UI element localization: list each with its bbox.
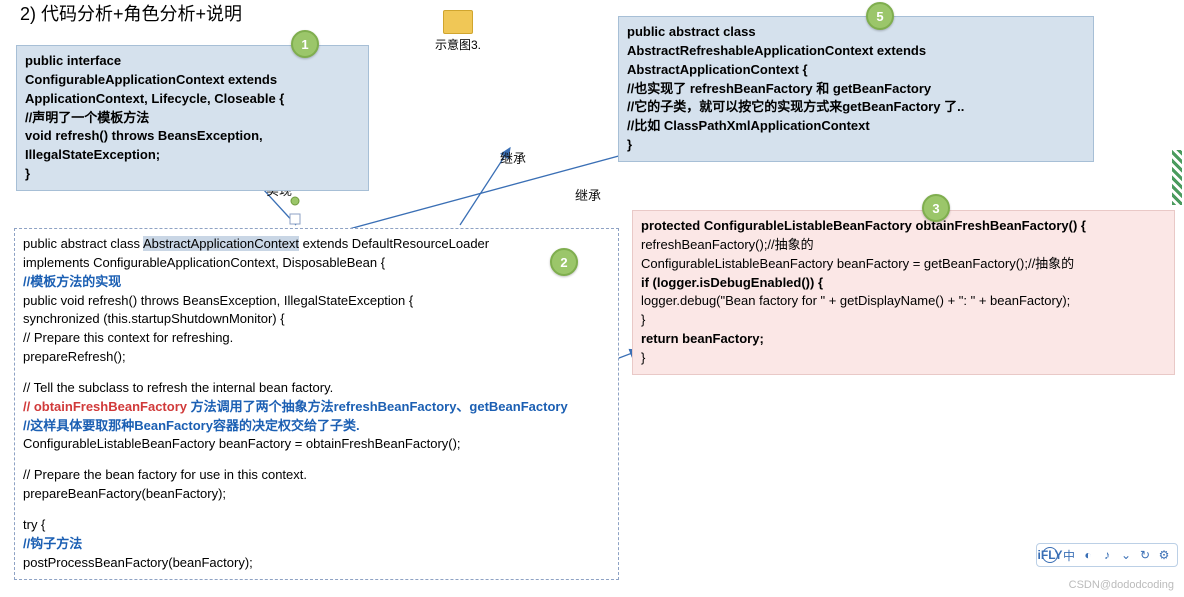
badge-3: 3 — [922, 194, 950, 222]
code-line: //钩子方法 — [23, 535, 610, 554]
code-line: //声明了一个模板方法 — [25, 109, 360, 128]
code-line: protected ConfigurableListableBeanFactor… — [641, 217, 1166, 236]
code-line: try { — [23, 516, 610, 535]
badge-1: 1 — [291, 30, 319, 58]
code-line: refreshBeanFactory();//抽象的 — [641, 236, 1166, 255]
code-line: ConfigurableListableBeanFactory beanFact… — [23, 435, 610, 454]
label-inherit-1: 继承 — [500, 148, 526, 167]
code-line: //它的子类，就可以按它的实现方式来getBeanFactory 了.. — [627, 98, 1085, 117]
ime-down-icon[interactable]: ⌄ — [1118, 547, 1134, 563]
code-line: ConfigurableListableBeanFactory beanFact… — [641, 255, 1166, 274]
code-line: ConfigurableApplicationContext extends — [25, 71, 360, 90]
ime-sound-icon[interactable]: ♪ — [1099, 547, 1115, 563]
watermark: CSDN@dododcoding — [1069, 579, 1174, 591]
code-line: // Prepare this context for refreshing. — [23, 329, 610, 348]
code-line: // Prepare the bean factory for use in t… — [23, 466, 610, 485]
code-line: } — [641, 311, 1166, 330]
badge-2: 2 — [550, 248, 578, 276]
code-line: //这样具体要取那种BeanFactory容器的决定权交给了子类. — [23, 417, 610, 436]
code-line: //模板方法的实现 — [23, 273, 610, 292]
code-line: } — [25, 165, 360, 184]
code-line: prepareBeanFactory(beanFactory); — [23, 485, 610, 504]
code-line: synchronized (this.startupShutdownMonito… — [23, 310, 610, 329]
code-line: public void refresh() throws BeansExcept… — [23, 292, 610, 311]
ime-gear-icon[interactable]: ⚙ — [1156, 547, 1172, 563]
ifly-icon[interactable]: iFLY — [1042, 547, 1058, 563]
code-line: // obtainFreshBeanFactory 方法调用了两个抽象方法ref… — [23, 398, 610, 417]
code-line: prepareRefresh(); — [23, 348, 610, 367]
code-line: IllegalStateException; — [25, 146, 360, 165]
ime-lang-button[interactable]: 中 — [1061, 547, 1077, 563]
code-line: //也实现了 refreshBeanFactory 和 getBeanFacto… — [627, 80, 1085, 99]
ime-refresh-icon[interactable]: ↻ — [1137, 547, 1153, 563]
code-line: // Tell the subclass to refresh the inte… — [23, 379, 610, 398]
ime-toolbar[interactable]: iFLY 中 ◐ ♪ ⌄ ↻ ⚙ — [1036, 543, 1178, 567]
folder-icon-group: 示意图3. — [435, 10, 481, 53]
code-line: logger.debug("Bean factory for " + getDi… — [641, 292, 1166, 311]
code-line: AbstractRefreshableApplicationContext ex… — [627, 42, 1085, 61]
code-line: //比如 ClassPathXmlApplicationContext — [627, 117, 1085, 136]
folder-label: 示意图3. — [435, 36, 481, 53]
decorative-stripe — [1172, 150, 1182, 205]
code-line: } — [627, 136, 1085, 155]
code-line: ApplicationContext, Lifecycle, Closeable… — [25, 90, 360, 109]
code-line: void refresh() throws BeansException, — [25, 127, 360, 146]
ime-mode-icon[interactable]: ◐ — [1080, 547, 1096, 563]
box-configurable-interface: public interface ConfigurableApplication… — [16, 45, 369, 191]
box-abstract-refreshable: public abstract class AbstractRefreshabl… — [618, 16, 1094, 162]
code-line: postProcessBeanFactory(beanFactory); — [23, 554, 610, 573]
code-line: public abstract class — [627, 23, 1085, 42]
box-obtain-fresh-bean-factory: protected ConfigurableListableBeanFactor… — [632, 210, 1175, 375]
code-line: public abstract class AbstractApplicatio… — [23, 235, 610, 254]
code-line: implements ConfigurableApplicationContex… — [23, 254, 610, 273]
box-abstract-application-context: public abstract class AbstractApplicatio… — [14, 228, 619, 580]
code-line: AbstractApplicationContext { — [627, 61, 1085, 80]
label-inherit-2: 继承 — [575, 185, 601, 204]
code-line: } — [641, 349, 1166, 368]
code-line: return beanFactory; — [641, 330, 1166, 349]
folder-icon — [443, 10, 473, 34]
diagram-title: 2) 代码分析+角色分析+说明 — [20, 0, 242, 26]
code-line: if (logger.isDebugEnabled()) { — [641, 274, 1166, 293]
badge-5: 5 — [866, 2, 894, 30]
